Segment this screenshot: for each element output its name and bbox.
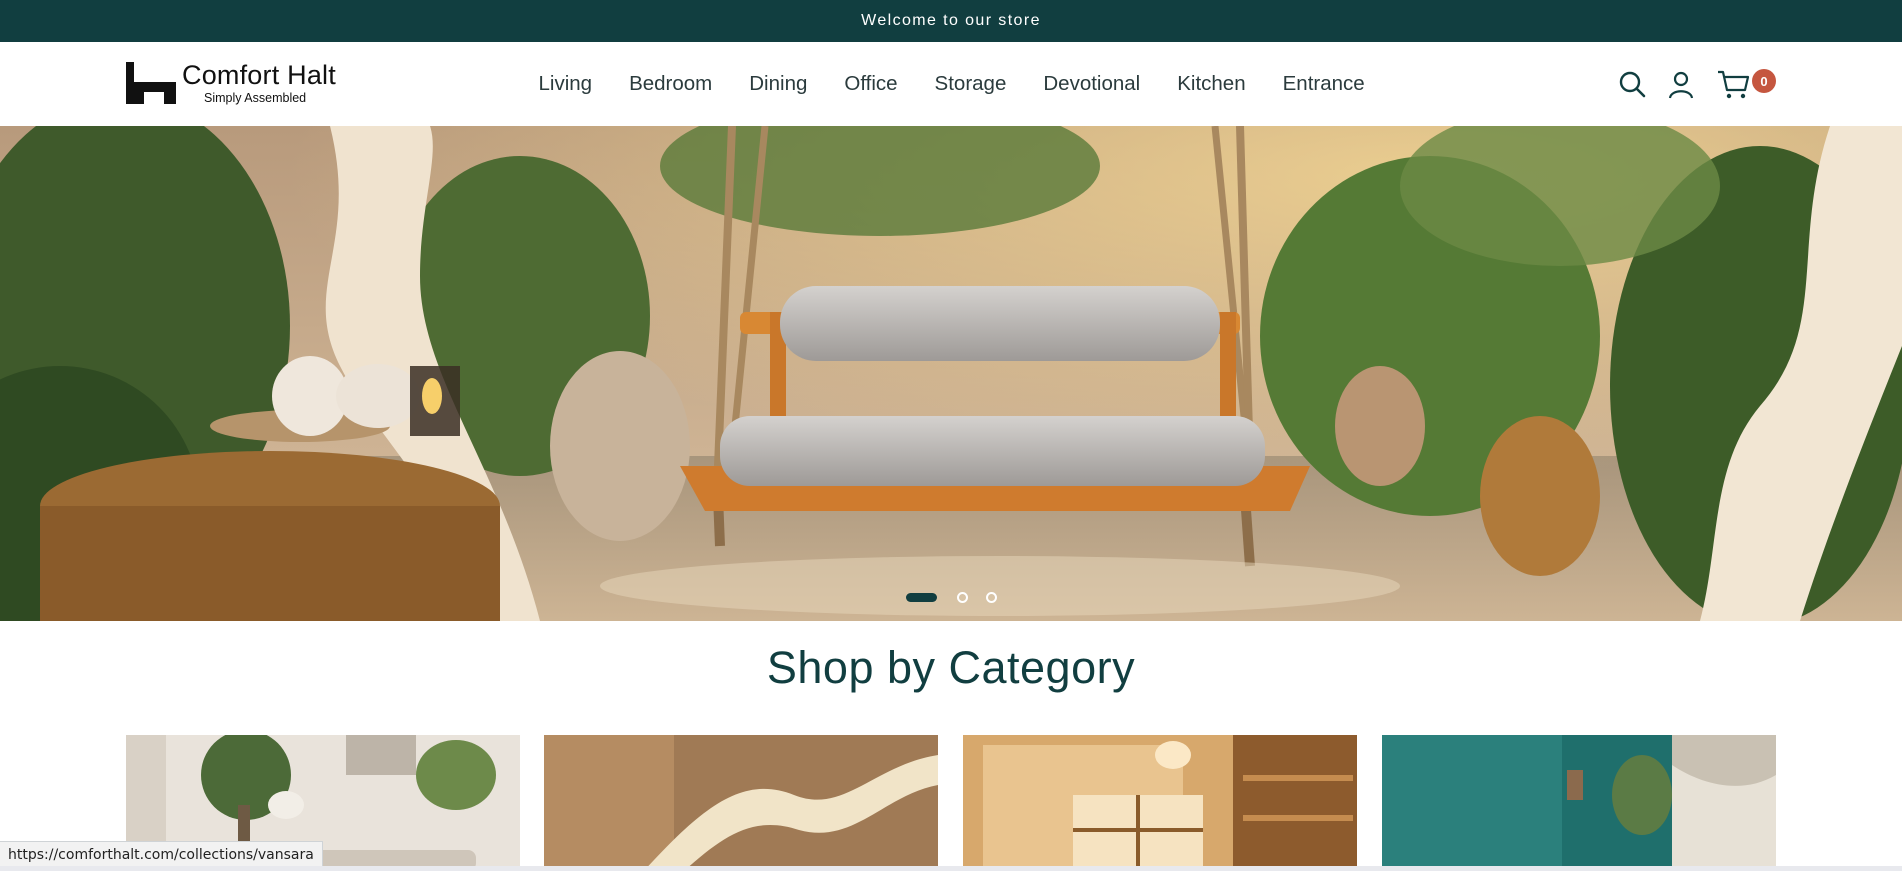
nav-entrance[interactable]: Entrance [1264,72,1383,96]
cart-icon[interactable] [1716,68,1752,100]
nav-office[interactable]: Office [826,72,916,96]
slide-dot-3[interactable] [986,592,997,603]
nav-bedroom[interactable]: Bedroom [611,72,731,96]
search-icon[interactable] [1616,68,1648,100]
hero-image [0,126,1902,621]
slide-dot-2[interactable] [957,592,968,603]
bottom-edge [0,866,1902,871]
account-icon[interactable] [1665,68,1697,100]
category-card-3[interactable] [963,735,1357,871]
nav-dining[interactable]: Dining [731,72,826,96]
logo-mark-icon [126,62,176,104]
slide-dot-1[interactable] [906,593,937,602]
status-url: https://comforthalt.com/collections/vans… [0,841,323,868]
site-header: Comfort Halt Simply Assembled Living Bed… [0,42,1902,127]
announcement-bar: Welcome to our store [0,0,1902,42]
category-card-4[interactable] [1382,735,1776,871]
logo[interactable]: Comfort Halt Simply Assembled [126,60,336,106]
nav-living[interactable]: Living [520,72,611,96]
nav-devotional[interactable]: Devotional [1025,72,1159,96]
cart-count-badge: 0 [1752,69,1776,93]
nav-storage[interactable]: Storage [916,72,1025,96]
category-card-2[interactable] [544,735,938,871]
main-nav: Living Bedroom Dining Office Storage Dev… [520,42,1383,126]
announcement-text: Welcome to our store [861,12,1041,29]
hero-slideshow[interactable] [0,126,1902,621]
nav-kitchen[interactable]: Kitchen [1159,72,1264,96]
brand-tagline: Simply Assembled [204,91,307,105]
category-image-teal-room [1382,735,1776,871]
category-image-room [963,735,1357,871]
category-image-wood [544,735,938,871]
section-title: Shop by Category [766,642,1136,693]
brand-name: Comfort Halt [182,60,336,90]
